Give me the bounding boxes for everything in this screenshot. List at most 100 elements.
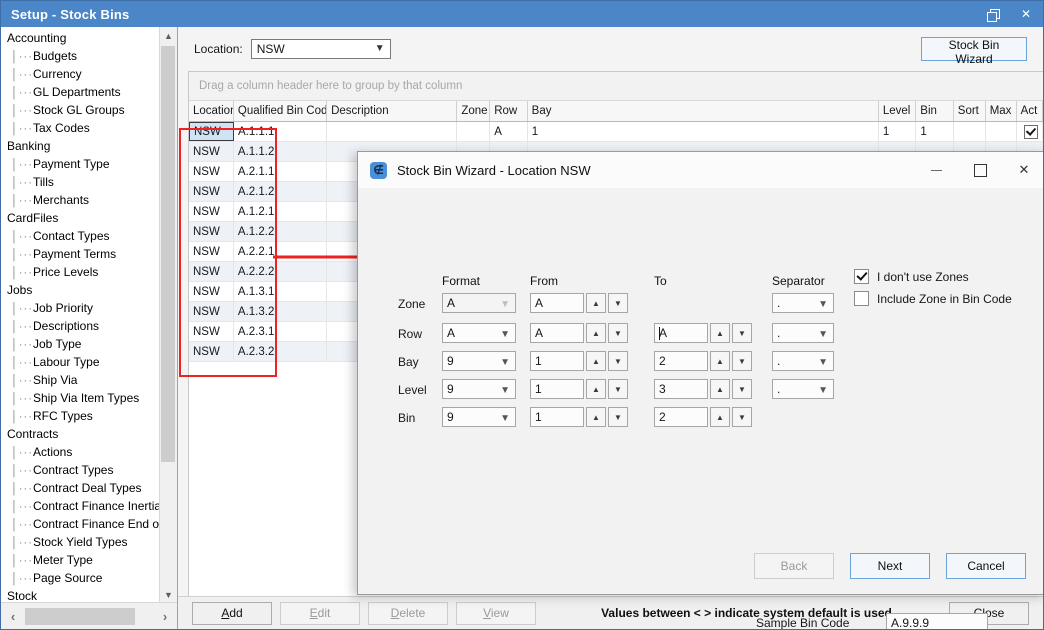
spinner-down-icon[interactable]: ▼ [732,379,752,399]
sidebar-item-labour-type[interactable]: │···Labour Type [1,353,160,371]
sidebar-item-actions[interactable]: │···Actions [1,443,160,461]
from-spinner-level[interactable]: 1 ▲ ▼ [530,379,628,399]
grid-cell-location[interactable]: NSW [189,242,234,261]
format-select-level[interactable]: 9 ▼ [442,379,516,399]
spin-input[interactable]: A [654,323,708,343]
to-spinner-row[interactable]: A ▲ ▼ [654,323,752,343]
grid-cell-location[interactable]: NSW [189,262,234,281]
to-spinner-level[interactable]: 3 ▲ ▼ [654,379,752,399]
from-spinner-bin[interactable]: 1 ▲ ▼ [530,407,628,427]
edit-button[interactable]: Edit [280,601,360,625]
sidebar-item-tax-codes[interactable]: │···Tax Codes [1,119,160,137]
spinner-up-icon[interactable]: ▲ [710,323,730,343]
sidebar-item-ship-via[interactable]: │···Ship Via [1,371,160,389]
sidebar-item-stock[interactable]: Stock [1,587,160,603]
grid-column-header[interactable]: Sort [954,101,986,121]
sidebar-item-contract-deal-types[interactable]: │···Contract Deal Types [1,479,160,497]
spinner-up-icon[interactable]: ▲ [710,351,730,371]
spinner-up-icon[interactable]: ▲ [710,379,730,399]
sidebar-item-gl-departments[interactable]: │···GL Departments [1,83,160,101]
sidebar-vertical-scrollbar[interactable]: ▲ ▼ [159,27,177,603]
spinner-up-icon[interactable]: ▲ [586,293,606,313]
spinner-down-icon[interactable]: ▼ [608,323,628,343]
grid-cell-bin_code[interactable]: A.1.3.2 [234,302,328,321]
from-spinner-bay[interactable]: 1 ▲ ▼ [530,351,628,371]
hscroll-track[interactable] [25,607,153,625]
chevron-left-icon[interactable]: ‹ [1,604,25,628]
grid-header-row[interactable]: Location Qualified Bin Code Description Zon… [189,101,1043,122]
sidebar-horizontal-scrollbar[interactable]: ‹ › [1,602,177,629]
setup-tree[interactable]: Accounting │···Budgets │···Currency │···GL … [1,27,160,603]
grid-cell-location[interactable]: NSW [189,322,234,341]
from-spinner-row[interactable]: A ▲ ▼ [530,323,628,343]
spin-input[interactable]: A [530,293,584,313]
sidebar-item-rfc-types[interactable]: │···RFC Types [1,407,160,425]
spinner-down-icon[interactable]: ▼ [608,293,628,313]
grid-column-header[interactable]: Max [986,101,1017,121]
grid-cell-row[interactable]: A [490,122,528,141]
grid-column-header[interactable]: Qualified Bin Code [234,101,328,121]
close-icon[interactable]: ✕ [1002,152,1043,188]
grid-column-header[interactable]: Zone [457,101,491,121]
spinner-down-icon[interactable]: ▼ [608,407,628,427]
next-button[interactable]: Next [850,553,930,579]
grid-cell-bin_code[interactable]: A.2.2.1 [234,242,328,261]
restore-icon[interactable] [975,1,1009,27]
sidebar-item-stock-yield-types[interactable]: │···Stock Yield Types [1,533,160,551]
grid-cell-level[interactable]: 1 [879,122,917,141]
grid-column-header[interactable]: Row [490,101,528,121]
sidebar-item-contracts[interactable]: Contracts [1,425,160,443]
spin-input[interactable]: 1 [530,351,584,371]
minimize-icon[interactable] [914,152,958,188]
sidebar-item-jobs[interactable]: Jobs [1,281,160,299]
format-select-bin[interactable]: 9 ▼ [442,407,516,427]
sidebar-item-payment-type[interactable]: │···Payment Type [1,155,160,173]
spinner-up-icon[interactable]: ▲ [586,351,606,371]
separator-select-level[interactable]: . ▼ [772,379,834,399]
sidebar-item-job-type[interactable]: │···Job Type [1,335,160,353]
scrollbar-thumb[interactable] [161,46,175,462]
grid-cell-location[interactable]: NSW [189,282,234,301]
sidebar-item-page-source[interactable]: │···Page Source [1,569,160,587]
sidebar-item-cardfiles[interactable]: CardFiles [1,209,160,227]
checkbox-input[interactable] [854,291,869,306]
spinner-up-icon[interactable]: ▲ [710,407,730,427]
back-button[interactable]: Back [754,553,834,579]
grid-cell-bin_code[interactable]: A.2.3.1 [234,322,328,341]
grid-cell-bin_code[interactable]: A.1.3.1 [234,282,328,301]
grid-column-header[interactable]: Level [879,101,917,121]
view-button[interactable]: View [456,601,536,625]
grid-cell-zone[interactable] [457,122,491,141]
spinner-up-icon[interactable]: ▲ [586,323,606,343]
grid-cell-bin_code[interactable]: A.2.2.2 [234,262,328,281]
spin-input[interactable]: 1 [530,379,584,399]
spinner-down-icon[interactable]: ▼ [732,351,752,371]
sidebar-item-payment-terms[interactable]: │···Payment Terms [1,245,160,263]
stock-bin-wizard-button[interactable]: Stock Bin Wizard [921,37,1027,66]
checkmark-icon[interactable] [1024,124,1039,139]
sidebar-item-accounting[interactable]: Accounting [1,29,160,47]
checkbox-i-don-t-use-zones[interactable]: I don't use Zones [854,269,969,284]
grid-cell-location[interactable]: NSW [189,122,234,141]
location-select[interactable]: NSW ▼ [250,39,391,59]
grid-cell-bin_code[interactable]: A.2.1.2 [234,182,328,201]
sidebar-item-merchants[interactable]: │···Merchants [1,191,160,209]
grid-cell-location[interactable]: NSW [189,222,234,241]
grid-cell-bin_code[interactable]: A.1.1.2 [234,142,328,161]
spinner-down-icon[interactable]: ▼ [732,407,752,427]
grid-cell-location[interactable]: NSW [189,142,234,161]
to-spinner-bay[interactable]: 2 ▲ ▼ [654,351,752,371]
spin-input[interactable]: 2 [654,407,708,427]
spin-input[interactable]: 2 [654,351,708,371]
grid-cell-location[interactable]: NSW [189,302,234,321]
spin-input[interactable]: A [530,323,584,343]
hscroll-thumb[interactable] [25,607,135,625]
grid-cell-active[interactable] [1017,122,1043,141]
checkbox-input[interactable] [854,269,869,284]
grid-cell-bin[interactable]: 1 [916,122,954,141]
grid-cell-location[interactable]: NSW [189,182,234,201]
grid-column-header[interactable]: Bin [916,101,954,121]
sidebar-item-job-priority[interactable]: │···Job Priority [1,299,160,317]
spin-input[interactable]: 3 [654,379,708,399]
separator-select-row[interactable]: . ▼ [772,323,834,343]
